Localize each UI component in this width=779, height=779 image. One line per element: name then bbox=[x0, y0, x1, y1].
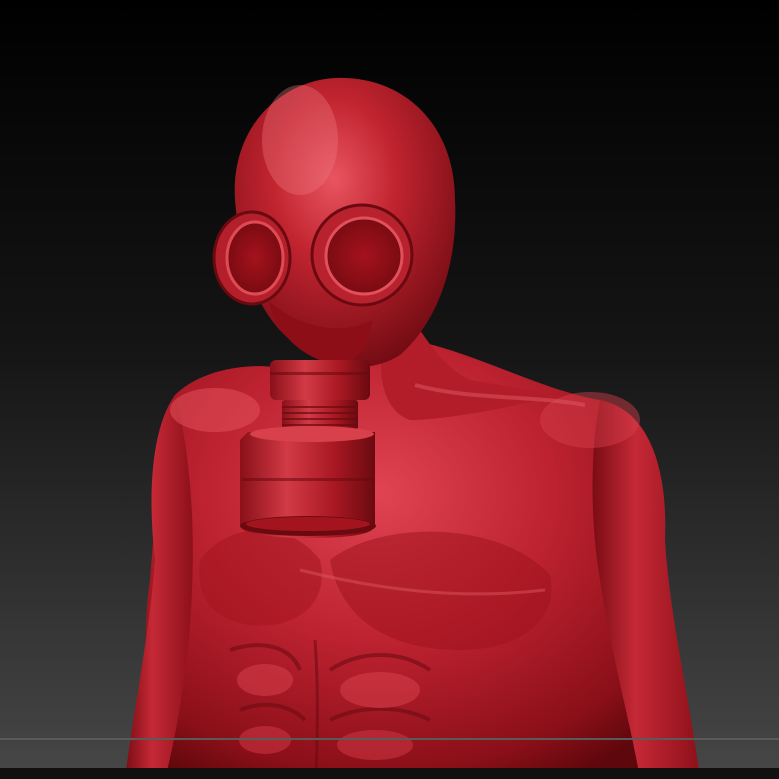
right-eyepiece-icon bbox=[310, 203, 414, 307]
filter-canister bbox=[240, 426, 376, 538]
mask-valve bbox=[270, 360, 370, 430]
ground-plane-line bbox=[0, 738, 779, 740]
sculpt-render bbox=[0, 0, 779, 779]
head-highlight bbox=[262, 85, 338, 195]
viewport-bottom-strip bbox=[0, 768, 779, 779]
3d-viewport[interactable] bbox=[0, 0, 779, 779]
left-eyepiece-icon bbox=[212, 210, 292, 306]
left-shoulder-highlight bbox=[170, 388, 260, 432]
left-pectoral bbox=[199, 530, 322, 626]
